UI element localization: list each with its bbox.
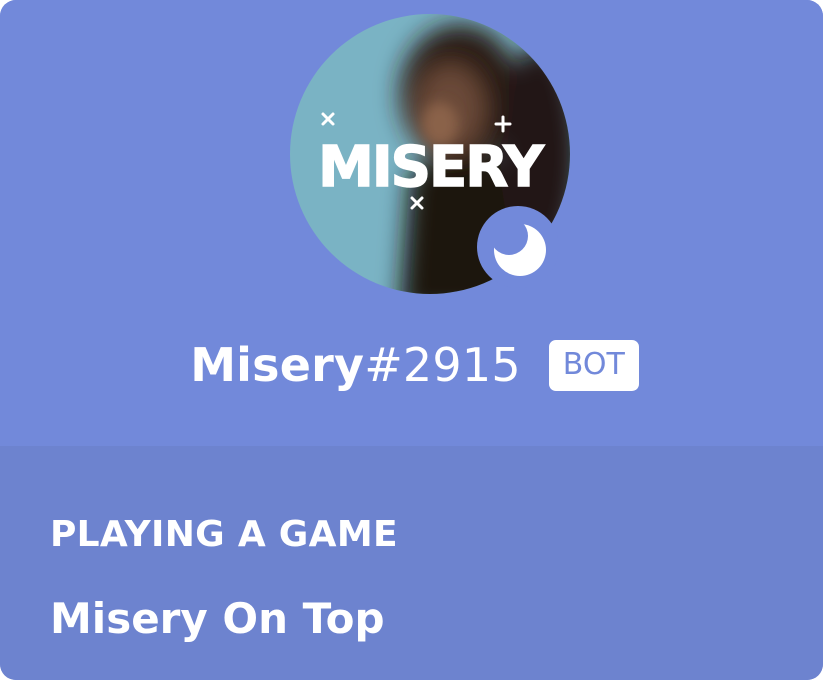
avatar-container[interactable]: MISERY <box>290 14 570 294</box>
status-indicator <box>477 206 559 288</box>
moon-icon <box>494 224 546 276</box>
profile-body: PLAYING A GAME Misery On Top <box>0 446 823 680</box>
username-discriminator: #2915 <box>364 338 521 392</box>
username-name: Misery <box>190 338 365 392</box>
avatar-logo-text: MISERY <box>318 135 545 200</box>
bot-tag: BOT <box>548 339 639 391</box>
activity-header: PLAYING A GAME <box>50 514 398 555</box>
username[interactable]: Misery#2915 <box>190 338 521 392</box>
name-row: Misery#2915 BOT <box>0 330 823 400</box>
user-profile-popout: MISERY Misery#2915 BOT PLAYING A GAME Mi… <box>0 0 823 680</box>
profile-header: MISERY Misery#2915 BOT <box>0 0 823 446</box>
activity-name: Misery On Top <box>50 594 385 643</box>
